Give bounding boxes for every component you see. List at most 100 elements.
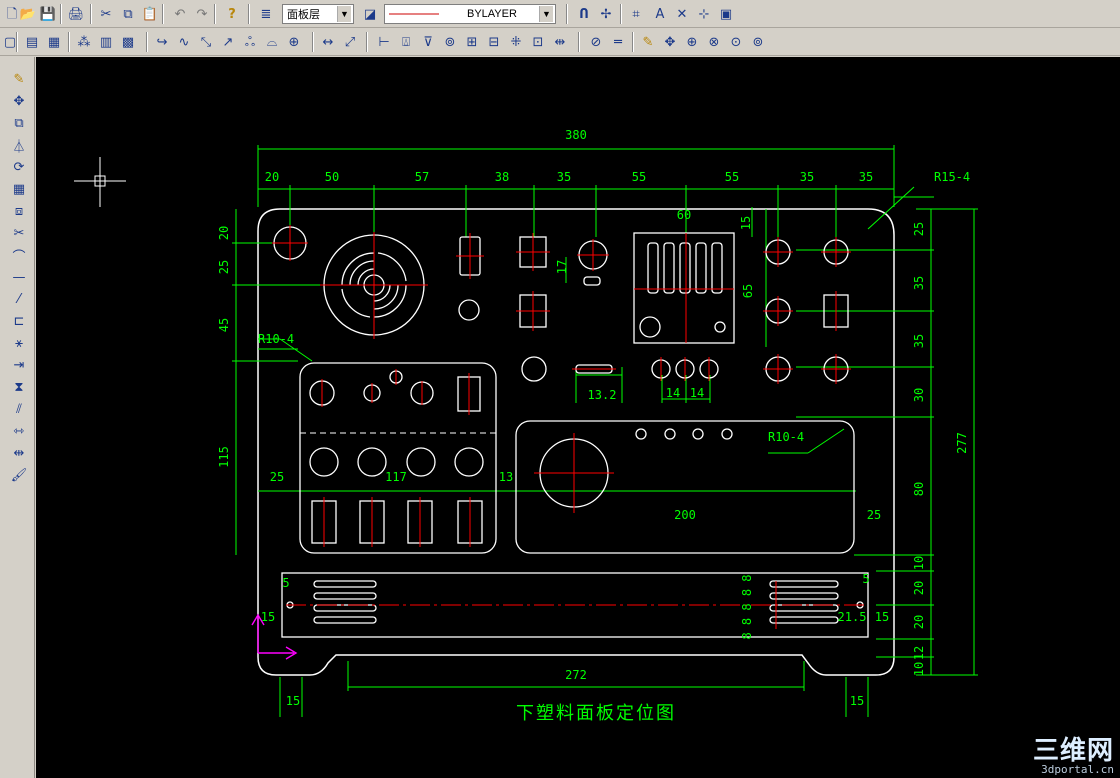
print-icon[interactable]: 🖨 [66, 4, 86, 24]
dimension-linear-icon[interactable]: ⌓ [262, 32, 282, 52]
move-icon[interactable]: ▥ [96, 32, 116, 52]
dimension-ordinate-icon[interactable]: ↔ [318, 32, 338, 52]
constrain-icon[interactable]: ↪ [152, 32, 172, 52]
leader-icon[interactable]: ⊽ [418, 32, 438, 52]
break-icon[interactable]: ⊏ [8, 311, 30, 331]
dimension-text-edit-icon[interactable]: ⁜ [506, 32, 526, 52]
zoom-previous-icon[interactable]: ✥ [660, 32, 680, 52]
trim-icon[interactable]: ✕ [672, 4, 692, 24]
align-icon[interactable]: ⧗ [8, 377, 30, 397]
dim-top-35a: 35 [557, 170, 571, 184]
explode-icon[interactable]: ↗ [218, 32, 238, 52]
cut-icon[interactable]: ✂ [96, 4, 116, 24]
distance-icon[interactable]: ⇹ [550, 32, 570, 52]
open-file-icon[interactable]: 📂 [18, 4, 38, 24]
image-icon[interactable]: ▣ [716, 4, 736, 24]
toolbar-separator [620, 4, 622, 24]
dim-right-20b: 20 [912, 615, 926, 629]
undo-icon[interactable]: ↶ [170, 4, 190, 24]
explode-icon[interactable]: ⇹ [8, 443, 30, 463]
extend-icon[interactable]: ⁄ [8, 289, 30, 309]
linetype-combo[interactable]: BYLAYER ▼ [384, 4, 556, 24]
watermark-brand: 三维网 [1032, 736, 1114, 766]
scale-icon[interactable]: ✂ [8, 223, 30, 243]
dim-top-20: 20 [265, 170, 279, 184]
text-style-icon[interactable]: A [650, 4, 670, 24]
dim-200: 200 [674, 508, 696, 522]
chevron-down-icon[interactable]: ▼ [337, 6, 351, 22]
center-mark-icon[interactable]: ⊞ [462, 32, 482, 52]
dim-60: 60 [677, 208, 691, 222]
matchprop-icon[interactable]: ⇿ [8, 421, 30, 441]
polyline-icon[interactable]: Ո [574, 4, 594, 24]
offset-icon[interactable]: ⧈ [8, 201, 30, 221]
dim-117: 117 [385, 470, 407, 484]
drawing-canvas[interactable]: 380 20 50 57 38 35 55 55 35 35 R15-4 R10… [36, 57, 1120, 778]
zoom-icon[interactable]: ⊹ [694, 4, 714, 24]
snap-icon[interactable]: ஃ [240, 32, 260, 52]
toolbar-separator [146, 32, 148, 52]
dim-14b: 14 [690, 386, 704, 400]
pencil-icon[interactable]: ⊘ [586, 32, 606, 52]
point-edit-icon[interactable]: ✢ [596, 4, 616, 24]
group-icon[interactable]: ⤡ [196, 32, 216, 52]
zoom-out-icon[interactable]: ⊚ [748, 32, 768, 52]
tolerance-icon[interactable]: ⊚ [440, 32, 460, 52]
dim-top-55a: 55 [632, 170, 646, 184]
dim-right-10a: 10 [912, 556, 926, 570]
dim-right-30: 30 [912, 388, 926, 402]
toolbar-separator [632, 32, 634, 52]
layer-manager-icon[interactable]: ≣ [256, 4, 276, 24]
layer-combo[interactable]: 面板层 ▼ [282, 4, 354, 24]
watermark-url: 3dportal.cn [1041, 763, 1114, 776]
table-icon[interactable]: ▦ [44, 32, 64, 52]
zoom-all-icon[interactable]: ⊗ [704, 32, 724, 52]
layer-properties-icon[interactable]: ◪ [360, 4, 380, 24]
dimension-angular-icon[interactable]: ⍍ [396, 32, 416, 52]
array-icon[interactable]: ▦ [8, 179, 30, 199]
dim-top-57: 57 [415, 170, 429, 184]
redo-icon[interactable]: ↷ [192, 4, 212, 24]
erase-icon[interactable]: ✎ [8, 69, 30, 89]
dim-65: 65 [741, 284, 755, 298]
chevron-down-icon[interactable]: ▼ [539, 6, 553, 22]
dim-380: 380 [565, 128, 587, 142]
panel-drawing: 380 20 50 57 38 35 55 55 35 35 R15-4 R10… [74, 128, 978, 724]
copy-icon[interactable]: ⧉ [118, 4, 138, 24]
move-icon[interactable]: ✥ [8, 91, 30, 111]
toolbar-separator [90, 4, 92, 24]
centerlines [272, 225, 866, 629]
zoom-extents-icon[interactable]: ⊕ [682, 32, 702, 52]
toolbar-separator [60, 4, 62, 24]
fillet-icon[interactable]: ⇥ [8, 355, 30, 375]
linetype-sample [389, 13, 439, 15]
measure-icon[interactable]: ⌗ [626, 4, 646, 24]
zoom-realtime-icon[interactable]: ═ [608, 32, 628, 52]
chamfer-icon[interactable]: ⚹ [8, 333, 30, 353]
hatch-icon[interactable]: 🖌 [8, 465, 30, 485]
zoom-window-icon[interactable]: ✎ [638, 32, 658, 52]
dim-top-38: 38 [495, 170, 509, 184]
inquiry-icon[interactable]: ⊡ [528, 32, 548, 52]
arrow-icon[interactable]: ∿ [174, 32, 194, 52]
block-icon[interactable]: ▤ [22, 32, 42, 52]
save-icon[interactable]: 💾 [38, 4, 58, 24]
properties-icon[interactable]: ⫽ [8, 399, 30, 419]
stretch-icon[interactable]: ⌒ [8, 245, 30, 265]
zoom-in-icon[interactable]: ⊙ [726, 32, 746, 52]
dimension-aligned-icon[interactable]: ⊕ [284, 32, 304, 52]
dimension-diameter-icon[interactable]: ⊢ [374, 32, 394, 52]
dim-15-foot-right: 15 [850, 694, 864, 708]
dimension-radius-icon[interactable]: ⤢ [340, 32, 360, 52]
calculator-icon[interactable]: ⁂ [74, 32, 94, 52]
rotate-icon[interactable]: ⟳ [8, 157, 30, 177]
mirror-icon[interactable]: ⏃ [8, 135, 30, 155]
help-icon[interactable]: ? [222, 4, 242, 24]
copy-icon[interactable]: ⧉ [8, 113, 30, 133]
arc-icon[interactable]: ▩ [118, 32, 138, 52]
dim-15-foot-left: 15 [286, 694, 300, 708]
paste-icon[interactable]: 📋 [140, 4, 160, 24]
dimension-edit-icon[interactable]: ⊟ [484, 32, 504, 52]
dimension-lines [232, 145, 978, 717]
trim-icon[interactable]: — [8, 267, 30, 287]
